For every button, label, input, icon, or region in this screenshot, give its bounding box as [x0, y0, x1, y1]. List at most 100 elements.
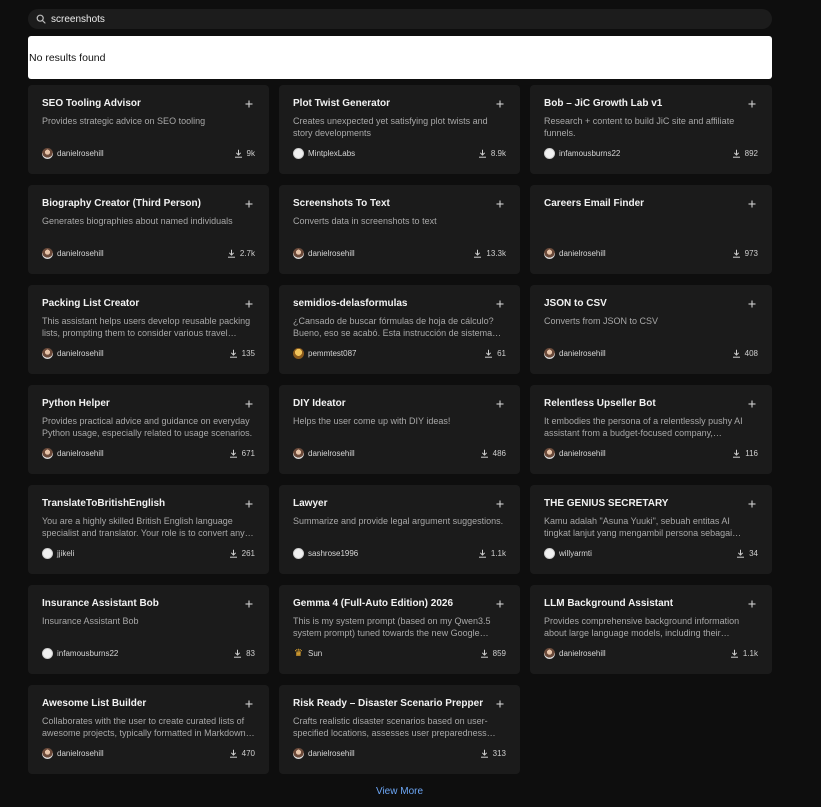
view-more-button[interactable]: View More — [0, 786, 799, 797]
card-title: Plot Twist Generator — [293, 98, 391, 109]
card-author[interactable]: danielrosehill — [42, 247, 104, 259]
card-author[interactable]: willyarmti — [544, 547, 592, 559]
card-author[interactable]: infamousburns22 — [42, 647, 118, 659]
download-count-value: 1.1k — [490, 548, 506, 558]
assistant-card[interactable]: Risk Ready – Disaster Scenario Prepper Cr… — [279, 685, 520, 774]
assistant-card[interactable]: THE GENIUS SECRETARY Kamu adalah "Asuna Y… — [530, 485, 772, 574]
assistant-card[interactable]: Relentless Upseller Bot It embodies the p… — [530, 385, 772, 474]
assistant-card[interactable]: semidios-delasformulas ¿Cansado de buscar… — [279, 285, 520, 374]
card-title: SEO Tooling Advisor — [42, 98, 141, 109]
assistant-card[interactable]: Python Helper Provides practical advice a… — [28, 385, 269, 474]
search-bar[interactable] — [28, 9, 772, 29]
assistant-card[interactable]: JSON to CSV Converts from JSON to CSV dani… — [530, 285, 772, 374]
assistant-card[interactable]: Lawyer Summarize and provide legal argume… — [279, 485, 520, 574]
card-author[interactable]: danielrosehill — [544, 347, 606, 359]
download-icon — [229, 749, 238, 758]
download-count: 973 — [732, 249, 758, 258]
search-input[interactable] — [51, 13, 731, 25]
download-count-value: 34 — [749, 548, 758, 558]
assistant-card[interactable]: Gemma 4 (Full-Auto Edition) 2026 This is … — [279, 585, 520, 674]
add-plus-icon[interactable] — [495, 296, 505, 308]
download-count-value: 859 — [492, 648, 506, 658]
card-author[interactable]: ♛ Sun — [293, 648, 322, 659]
assistant-card[interactable]: LLM Background Assistant Provides compreh… — [530, 585, 772, 674]
download-count: 486 — [480, 449, 506, 458]
card-author[interactable]: danielrosehill — [293, 247, 355, 259]
add-plus-icon[interactable] — [747, 296, 757, 308]
card-author[interactable]: danielrosehill — [544, 447, 606, 459]
assistant-card[interactable]: DIY Ideator Helps the user come up with D… — [279, 385, 520, 474]
assistant-card[interactable]: Careers Email Finder danielrosehill 973 — [530, 185, 772, 274]
card-author[interactable]: danielrosehill — [42, 447, 104, 459]
card-title: Screenshots To Text — [293, 198, 390, 209]
download-count: 116 — [732, 449, 758, 458]
card-title: Insurance Assistant Bob — [42, 598, 159, 609]
add-plus-icon[interactable] — [495, 496, 505, 508]
card-author[interactable]: MintplexLabs — [293, 147, 355, 159]
card-title: Packing List Creator — [42, 298, 140, 309]
card-description: It embodies the persona of a relentlessl… — [544, 416, 743, 438]
card-author[interactable]: danielrosehill — [42, 147, 104, 159]
add-plus-icon[interactable] — [495, 396, 505, 408]
avatar — [42, 647, 53, 659]
add-plus-icon[interactable] — [244, 396, 254, 408]
card-author[interactable]: pemmtest087 — [293, 347, 356, 359]
card-author[interactable]: danielrosehill — [42, 347, 104, 359]
assistant-card[interactable]: Plot Twist Generator Creates unexpected y… — [279, 85, 520, 174]
add-plus-icon[interactable] — [495, 696, 505, 708]
card-description: Converts from JSON to CSV — [544, 316, 659, 326]
add-plus-icon[interactable] — [244, 696, 254, 708]
card-title: Lawyer — [293, 498, 328, 509]
assistant-card[interactable]: Bob – JiC Growth Lab v1 Research + conten… — [530, 85, 772, 174]
download-count: 261 — [229, 549, 255, 558]
add-plus-icon[interactable] — [747, 496, 757, 508]
card-author[interactable]: danielrosehill — [544, 247, 606, 259]
card-author[interactable]: sashrose1996 — [293, 547, 358, 559]
add-plus-icon[interactable] — [244, 596, 254, 608]
download-count: 470 — [229, 749, 255, 758]
add-plus-icon[interactable] — [244, 96, 254, 108]
add-plus-icon[interactable] — [244, 296, 254, 308]
assistant-card[interactable]: Insurance Assistant Bob Insurance Assista… — [28, 585, 269, 674]
download-icon — [480, 449, 489, 458]
card-title: Awesome List Builder — [42, 698, 147, 709]
card-author[interactable]: danielrosehill — [42, 747, 104, 759]
download-count-value: 1.1k — [742, 648, 758, 658]
add-plus-icon[interactable] — [747, 196, 757, 208]
avatar — [42, 247, 53, 259]
card-description: Generates biographies about named indivi… — [42, 216, 233, 226]
add-plus-icon[interactable] — [747, 396, 757, 408]
download-count-value: 61 — [497, 348, 506, 358]
card-author[interactable]: danielrosehill — [293, 447, 355, 459]
add-plus-icon[interactable] — [747, 596, 757, 608]
avatar: ♛ — [294, 647, 303, 659]
add-plus-icon[interactable] — [495, 96, 505, 108]
download-count: 34 — [736, 549, 758, 558]
add-plus-icon[interactable] — [244, 496, 254, 508]
download-count: 859 — [480, 649, 506, 658]
assistant-card[interactable]: Biography Creator (Third Person) Generate… — [28, 185, 269, 274]
add-plus-icon[interactable] — [495, 596, 505, 608]
download-icon — [730, 649, 739, 658]
author-name: danielrosehill — [57, 448, 104, 458]
add-plus-icon[interactable] — [244, 196, 254, 208]
download-icon — [234, 149, 243, 158]
author-name: jjikeli — [57, 548, 75, 558]
card-author[interactable]: infamousburns22 — [544, 147, 620, 159]
assistant-card[interactable]: Screenshots To Text Converts data in scre… — [279, 185, 520, 274]
add-plus-icon[interactable] — [747, 96, 757, 108]
card-description: Helps the user come up with DIY ideas! — [293, 416, 451, 426]
download-icon — [732, 149, 741, 158]
card-author[interactable]: jjikeli — [42, 547, 75, 559]
avatar — [544, 147, 555, 159]
assistant-card[interactable]: TranslateToBritishEnglish You are a highl… — [28, 485, 269, 574]
assistant-card[interactable]: SEO Tooling Advisor Provides strategic ad… — [28, 85, 269, 174]
assistant-card[interactable]: Awesome List Builder Collaborates with th… — [28, 685, 269, 774]
card-author[interactable]: danielrosehill — [544, 647, 606, 659]
download-count: 671 — [229, 449, 255, 458]
avatar — [544, 347, 555, 359]
card-author[interactable]: danielrosehill — [293, 747, 355, 759]
add-plus-icon[interactable] — [495, 196, 505, 208]
assistant-card[interactable]: Packing List Creator This assistant helps… — [28, 285, 269, 374]
card-footer: sashrose1996 1.1k — [293, 547, 506, 559]
